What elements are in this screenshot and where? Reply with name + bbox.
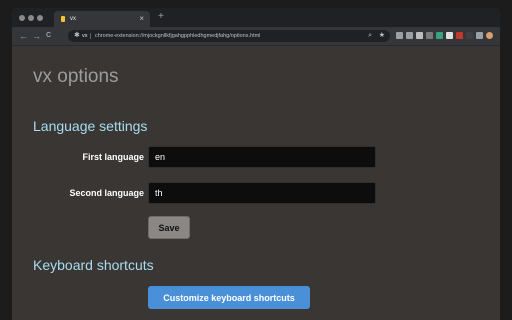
back-arrow-icon[interactable]: ← [19, 30, 28, 42]
page-title: vx options [33, 66, 119, 87]
extension-icon[interactable] [406, 32, 413, 39]
extension-icon[interactable] [456, 32, 463, 39]
close-window-icon[interactable] [19, 15, 25, 21]
extension-icon[interactable] [446, 32, 453, 39]
tab-vx[interactable]: vx × [54, 11, 150, 27]
extension-icon[interactable] [416, 32, 423, 39]
first-language-label: First language [82, 152, 144, 162]
minimize-window-icon[interactable] [28, 15, 34, 21]
extension-icon[interactable] [426, 32, 433, 39]
language-settings-heading: Language settings [33, 118, 148, 134]
extension-favicon-icon [61, 16, 65, 22]
options-page: vx options Language settings First langu… [12, 46, 500, 320]
tab-title: vx [70, 16, 76, 22]
extension-icon[interactable] [436, 32, 443, 39]
extension-icon[interactable] [466, 32, 473, 39]
second-language-input[interactable] [148, 182, 376, 204]
url-text[interactable]: chrome-extension://mjockgnllkfjgahgpphle… [95, 30, 260, 42]
search-icon[interactable]: ⌕ [368, 30, 372, 42]
new-tab-icon[interactable]: + [158, 11, 164, 23]
site-label: vx [82, 33, 88, 39]
tab-close-icon[interactable]: × [139, 11, 144, 27]
forward-arrow-icon[interactable]: → [32, 30, 41, 42]
first-language-input[interactable] [148, 146, 376, 168]
extension-icon[interactable] [476, 32, 483, 39]
maximize-window-icon[interactable] [37, 15, 43, 21]
extension-icon[interactable] [396, 32, 403, 39]
customize-shortcuts-button[interactable]: Customize keyboard shortcuts [148, 286, 310, 309]
keyboard-shortcuts-heading: Keyboard shortcuts [33, 257, 154, 273]
tab-strip: vx × + [12, 8, 500, 27]
omnibox-divider [90, 33, 91, 39]
browser-window: vx × + ← → C ✱ vx chrome-extension://mjo… [12, 8, 500, 320]
save-button[interactable]: Save [148, 216, 190, 239]
second-language-label: Second language [69, 188, 144, 198]
reload-icon[interactable]: C [46, 30, 51, 42]
puzzle-icon: ✱ [74, 32, 80, 39]
profile-avatar-icon[interactable] [486, 32, 493, 39]
address-bar[interactable]: ✱ vx chrome-extension://mjockgnllkfjgahg… [68, 30, 390, 42]
browser-toolbar: ← → C ✱ vx chrome-extension://mjockgnllk… [12, 27, 500, 46]
bookmark-star-icon[interactable]: ★ [379, 30, 385, 42]
